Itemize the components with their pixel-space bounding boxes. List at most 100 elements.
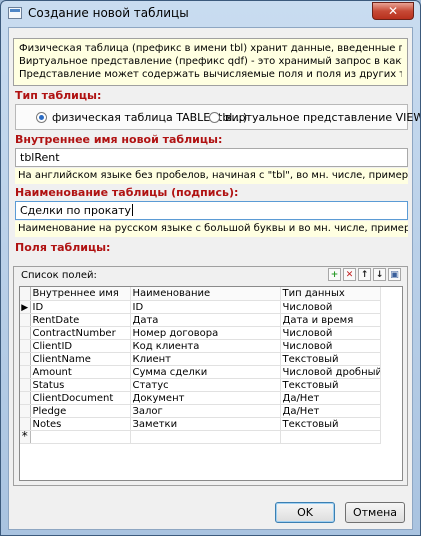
info-line: Виртуальное представление (префикс qdf) … xyxy=(19,56,402,67)
cell-internal-name[interactable]: RentDate xyxy=(30,313,131,327)
header-row: Внутреннее имя Наименование Тип данных xyxy=(20,287,381,301)
move-up-icon: ↑ xyxy=(360,270,369,280)
row-indicator xyxy=(20,365,31,379)
cell-type[interactable]: Текстовый xyxy=(280,378,381,392)
table-row[interactable]: ClientDocument Документ Да/Нет xyxy=(20,391,381,405)
row-indicator xyxy=(20,378,31,392)
table-row[interactable]: ContractNumber Номер договора Числовой xyxy=(20,326,381,340)
row-indicator xyxy=(20,339,31,353)
cell-type[interactable]: Текстовый xyxy=(280,417,381,431)
current-row-icon: ▶ xyxy=(21,302,29,313)
dialog-body: Физическая таблица (префикс в имени tbl)… xyxy=(8,27,420,530)
table-row[interactable]: Status Статус Текстовый xyxy=(20,378,381,392)
table-row[interactable]: RentDate Дата Дата и время xyxy=(20,313,381,327)
cell-type[interactable]: Текстовый xyxy=(280,352,381,366)
table-type-group: физическая таблица TABLE (tbl...) виртуа… xyxy=(15,104,420,130)
info-line: Представление может содержать вычисляемы… xyxy=(19,69,402,80)
cell-internal-name[interactable]: Notes xyxy=(30,417,131,431)
table-row[interactable]: Pledge Залог Да/Нет xyxy=(20,404,381,418)
column-header-type[interactable]: Тип данных xyxy=(280,287,381,301)
cell-type[interactable] xyxy=(280,430,381,444)
internal-name-value: tblRent xyxy=(20,151,60,164)
add-icon: + xyxy=(330,270,339,280)
cell-type[interactable]: Числовой xyxy=(280,326,381,340)
cell-internal-name[interactable]: ID xyxy=(30,300,131,314)
cell-internal-name[interactable]: ClientID xyxy=(30,339,131,353)
cell-internal-name[interactable]: ContractNumber xyxy=(30,326,131,340)
ok-button[interactable]: OK xyxy=(275,502,335,523)
cell-name[interactable]: Клиент xyxy=(130,352,281,366)
cell-internal-name[interactable]: Status xyxy=(30,378,131,392)
cell-type[interactable]: Числовой xyxy=(280,300,381,314)
cell-name[interactable]: Сумма сделки xyxy=(130,365,281,379)
info-panel: Физическая таблица (префикс в имени tbl)… xyxy=(13,38,408,86)
info-line: Физическая таблица (префикс в имени tbl)… xyxy=(19,43,402,54)
move-down-icon: ↓ xyxy=(375,270,384,280)
cell-internal-name[interactable]: Amount xyxy=(30,365,131,379)
move-up-button[interactable]: ↑ xyxy=(358,268,371,281)
column-header-name[interactable]: Наименование xyxy=(130,287,281,301)
new-row[interactable]: * xyxy=(20,430,381,444)
close-icon: ✕ xyxy=(387,4,399,18)
table-row[interactable]: Notes Заметки Текстовый xyxy=(20,417,381,431)
cell-name[interactable]: Документ xyxy=(130,391,281,405)
table-row[interactable]: ClientID Код клиента Числовой xyxy=(20,339,381,353)
cell-type[interactable]: Дата и время xyxy=(280,313,381,327)
cell-name[interactable]: Код клиента xyxy=(130,339,281,353)
radio-unselected-icon xyxy=(209,112,220,123)
cell-internal-name[interactable]: ClientDocument xyxy=(30,391,131,405)
table-type-label: Тип таблицы: xyxy=(15,89,102,102)
fields-label: Поля таблицы: xyxy=(15,241,111,254)
cell-name[interactable]: ID xyxy=(130,300,281,314)
title-bar[interactable]: Создание новой таблицы ✕ xyxy=(1,1,420,27)
cell-internal-name[interactable]: ClientName xyxy=(30,352,131,366)
save-fields-button[interactable]: ▣ xyxy=(388,268,401,281)
close-button[interactable]: ✕ xyxy=(372,2,414,20)
cell-internal-name[interactable]: Pledge xyxy=(30,404,131,418)
cell-name[interactable]: Дата xyxy=(130,313,281,327)
row-indicator xyxy=(20,391,31,405)
row-indicator: ▶ xyxy=(20,300,31,314)
cell-name[interactable]: Заметки xyxy=(130,417,281,431)
cell-type[interactable]: Да/Нет xyxy=(280,391,381,405)
delete-icon: ✕ xyxy=(345,270,354,280)
cell-type[interactable]: Числовой xyxy=(280,339,381,353)
window-title: Создание новой таблицы xyxy=(28,6,189,20)
cell-type[interactable]: Да/Нет xyxy=(280,404,381,418)
fields-grid[interactable]: Внутреннее имя Наименование Тип данных ▶… xyxy=(19,286,403,481)
new-row-icon: * xyxy=(21,430,28,443)
table-row[interactable]: ▶ ID ID Числовой xyxy=(20,300,381,314)
move-down-button[interactable]: ↓ xyxy=(373,268,386,281)
caption-label: Наименование таблицы (подпись): xyxy=(15,186,239,199)
row-indicator xyxy=(20,326,31,340)
cancel-button[interactable]: Отмена xyxy=(345,502,405,523)
table-row[interactable]: Amount Сумма сделки Числовой дробный xyxy=(20,365,381,379)
row-indicator: * xyxy=(20,430,31,444)
cell-name[interactable]: Номер договора xyxy=(130,326,281,340)
add-field-button[interactable]: + xyxy=(328,268,341,281)
radio-virtual-view[interactable]: виртуальное представление VIEW (qdf...) xyxy=(209,111,420,124)
fields-list-caption: Список полей: xyxy=(21,270,97,281)
row-indicator-header xyxy=(20,287,31,301)
column-header-internal-name[interactable]: Внутреннее имя xyxy=(30,287,131,301)
radio-label: виртуальное представление VIEW (qdf...) xyxy=(225,111,420,124)
row-indicator xyxy=(20,352,31,366)
radio-selected-icon xyxy=(36,112,47,123)
fields-table: Внутреннее имя Наименование Тип данных ▶… xyxy=(20,287,381,444)
internal-name-input[interactable]: tblRent xyxy=(15,148,408,167)
fields-panel: Список полей: + ✕ ↑ ↓ ▣ Внутреннее имя Н… xyxy=(13,266,408,486)
caption-input[interactable]: Сделки по прокату xyxy=(15,201,408,220)
internal-name-label: Внутреннее имя новой таблицы: xyxy=(15,133,223,146)
cell-name[interactable] xyxy=(130,430,281,444)
cell-internal-name[interactable] xyxy=(30,430,131,444)
table-row[interactable]: ClientName Клиент Текстовый xyxy=(20,352,381,366)
row-indicator xyxy=(20,404,31,418)
cell-type[interactable]: Числовой дробный xyxy=(280,365,381,379)
row-indicator xyxy=(20,417,31,431)
dialog-window: Создание новой таблицы ✕ Физическая табл… xyxy=(0,0,421,536)
cell-name[interactable]: Статус xyxy=(130,378,281,392)
cell-name[interactable]: Залог xyxy=(130,404,281,418)
caption-value: Сделки по прокату xyxy=(20,204,131,217)
save-icon: ▣ xyxy=(390,270,399,280)
delete-field-button[interactable]: ✕ xyxy=(343,268,356,281)
